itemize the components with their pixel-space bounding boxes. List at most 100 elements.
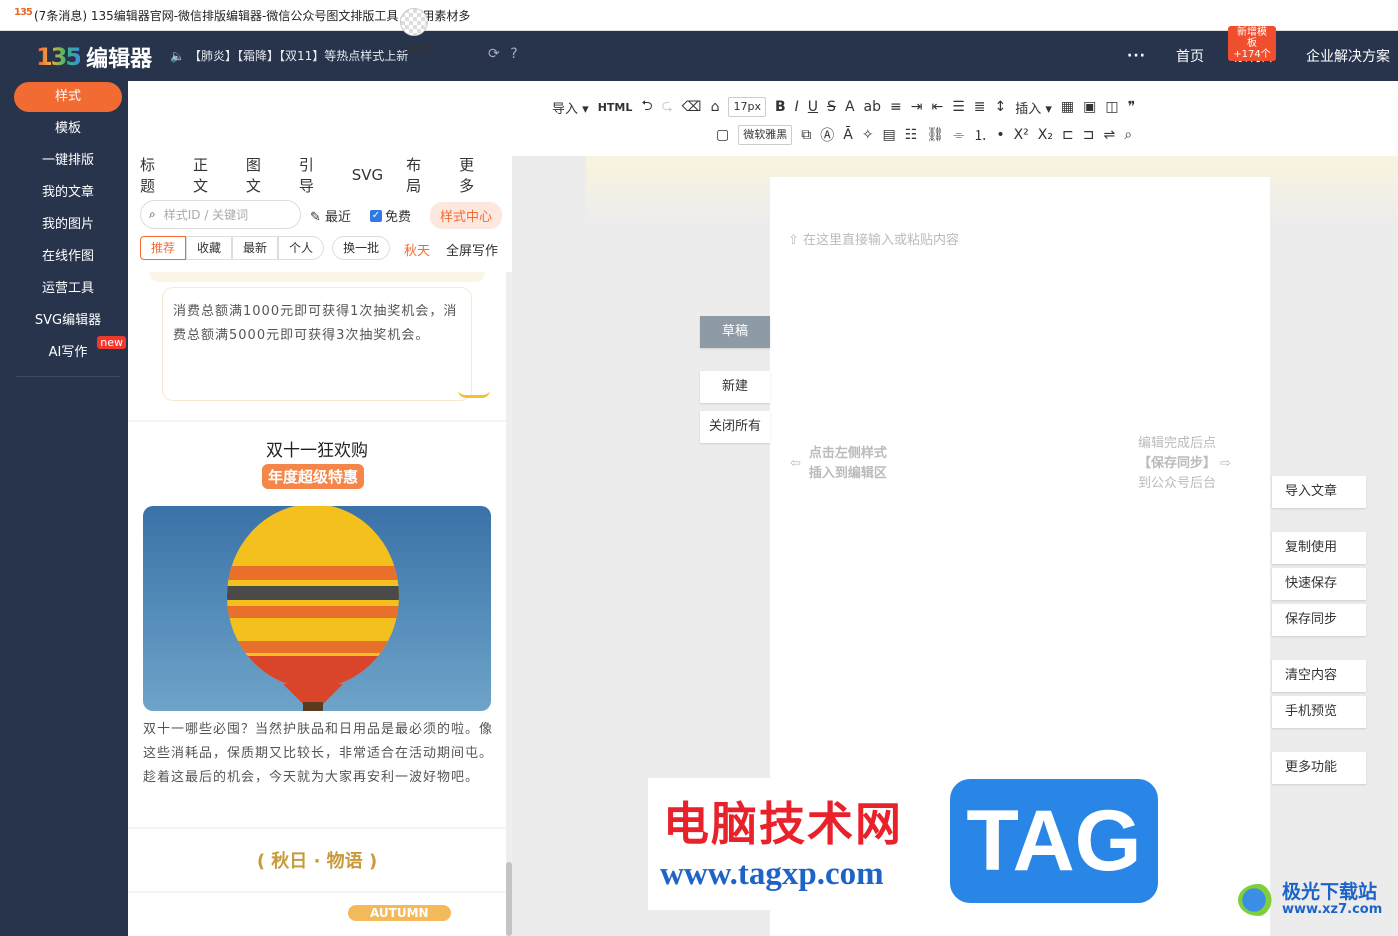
tab-image-text[interactable]: 图文: [246, 154, 276, 196]
copy-use-button[interactable]: 复制使用: [1272, 532, 1366, 564]
sidebar-item-my-articles[interactable]: 我的文章: [14, 178, 122, 208]
swap-batch-button[interactable]: 换一批: [332, 236, 391, 260]
quick-save-button[interactable]: 快速保存: [1272, 568, 1366, 600]
underline-icon[interactable]: U: [808, 99, 818, 115]
editor-toolbar: 导入 ▾ HTML ⮌ ⮎ ⌫ ⌂ 17px B I U S A ab ≡ ⇥ …: [128, 81, 1398, 156]
sidebar-item-my-images[interactable]: 我的图片: [14, 210, 122, 240]
filter-group: 推荐 收藏 最新 个人 换一批: [140, 236, 391, 260]
fullscreen-writing-button[interactable]: 全屏写作: [446, 240, 498, 259]
text-border-icon[interactable]: Ⓐ: [820, 125, 834, 145]
highlight-icon[interactable]: ab: [864, 99, 881, 115]
import-article-button[interactable]: 导入文章: [1272, 476, 1366, 508]
tab-title[interactable]: 标题: [140, 154, 170, 196]
filter-recommend[interactable]: 推荐: [140, 236, 187, 260]
table-icon[interactable]: ▦: [1061, 99, 1074, 115]
indent-icon[interactable]: ⇥: [911, 99, 923, 115]
mobile-preview-button[interactable]: 手机预览: [1272, 696, 1366, 728]
tab-guide[interactable]: 引导: [299, 154, 329, 196]
magic-wand-icon[interactable]: ✧: [862, 127, 874, 143]
line-height-icon[interactable]: ↕: [994, 99, 1006, 115]
nav-materials[interactable]: 新增模板 +174个 素材库: [1228, 26, 1276, 66]
superscript-icon[interactable]: X²: [1014, 127, 1029, 143]
editor-placeholder: ⇧ 在这里直接输入或粘贴内容: [788, 233, 960, 248]
bg-image-icon[interactable]: ▤: [883, 127, 896, 143]
notice-text[interactable]: 【肺炎】【霜降】【双11】等热点样式上新: [189, 47, 408, 64]
close-all-button[interactable]: 关闭所有: [700, 411, 770, 443]
clear-content-button[interactable]: 清空内容: [1272, 660, 1366, 692]
format-painter-icon[interactable]: ⌂: [711, 99, 720, 115]
bold-icon[interactable]: B: [775, 99, 786, 115]
font-color-icon[interactable]: A: [845, 99, 855, 115]
autumn-story-title: ( 秋日 · 物语 ): [256, 851, 378, 872]
sidebar-item-ai-writing[interactable]: AI写作 new: [14, 336, 126, 368]
undo-icon[interactable]: ⮌: [641, 95, 652, 119]
sidebar-item-one-click[interactable]: 一键排版: [14, 146, 122, 176]
style-card-autumn[interactable]: AUTUMN: [128, 893, 506, 936]
font-size-select[interactable]: 17px: [728, 97, 766, 117]
nav-enterprise[interactable]: 企业解决方案: [1306, 46, 1390, 66]
more-menu-button[interactable]: ···: [1127, 48, 1146, 64]
style-search-input[interactable]: ⌕ 样式ID / 关键词: [140, 200, 301, 229]
unordered-list-icon[interactable]: •: [996, 127, 1004, 143]
style-center-button[interactable]: 样式中心: [430, 202, 503, 229]
page-icon[interactable]: ▢: [716, 127, 729, 143]
subscript-icon[interactable]: X₂: [1038, 127, 1053, 143]
sidebar-item-styles[interactable]: 样式: [14, 82, 122, 112]
xz7-name: 极光下载站: [1282, 881, 1378, 903]
ordered-list-icon[interactable]: ⒈: [973, 125, 987, 145]
text-direction-icon[interactable]: ⇌: [1103, 127, 1115, 143]
search-icon: ⌕: [149, 207, 156, 221]
copy-format-icon[interactable]: ⧉: [801, 127, 811, 143]
recent-button[interactable]: ✎ 最近: [310, 206, 351, 225]
more-functions-button[interactable]: 更多功能: [1272, 752, 1366, 784]
xz7-url: www.xz7.com: [1282, 902, 1383, 917]
logo[interactable]: 135 编辑器: [36, 41, 152, 73]
nav-home[interactable]: 首页: [1176, 46, 1204, 66]
sidebar-item-online-design[interactable]: 在线作图: [14, 242, 122, 272]
float-left-icon[interactable]: ⊏: [1062, 127, 1074, 143]
search-replace-icon[interactable]: ⌕: [1124, 127, 1132, 143]
save-sync-button[interactable]: 保存同步: [1272, 604, 1366, 636]
filter-favorites[interactable]: 收藏: [186, 236, 233, 260]
notice-bar[interactable]: 🔈 【肺炎】【霜降】【双11】等热点样式上新: [170, 47, 408, 64]
import-menu[interactable]: 导入 ▾: [552, 98, 589, 117]
style-card-double11[interactable]: 双十一狂欢购 年度超级特惠 双十一哪些必囤？当然护肤品和日用品是最必须的啦。像这…: [128, 422, 506, 827]
font-size-up-icon[interactable]: Ā: [843, 127, 853, 143]
insert-menu[interactable]: 插入 ▾: [1015, 98, 1052, 117]
sidebar-item-templates[interactable]: 模板: [14, 114, 122, 144]
autumn-tag[interactable]: 秋天: [404, 240, 430, 259]
image-icon[interactable]: ▣: [1083, 99, 1096, 115]
link-icon[interactable]: ⛓: [926, 127, 944, 143]
tab-svg[interactable]: SVG: [352, 166, 383, 184]
help-icon[interactable]: ?: [510, 46, 517, 62]
tab-layout[interactable]: 布局: [406, 154, 436, 196]
style-card-autumn-story[interactable]: ( 秋日 · 物语 ): [128, 829, 506, 891]
refresh-icon[interactable]: ⟳: [488, 46, 500, 62]
gallery-icon[interactable]: ◫: [1105, 99, 1118, 115]
float-right-icon[interactable]: ⊐: [1083, 127, 1095, 143]
tab-more[interactable]: 更多: [459, 154, 489, 196]
font-family-select[interactable]: 微软雅黑: [738, 125, 793, 145]
html-button[interactable]: HTML: [598, 101, 633, 114]
tab-body[interactable]: 正文: [193, 154, 223, 196]
theme-color-button[interactable]: 主题色: [396, 8, 432, 57]
free-checkbox[interactable]: ✓ 免费: [370, 206, 411, 225]
draft-button[interactable]: 草稿: [700, 316, 770, 348]
filter-personal[interactable]: 个人: [278, 236, 325, 260]
filter-latest[interactable]: 最新: [232, 236, 279, 260]
align-left-icon[interactable]: ≡: [890, 99, 902, 115]
italic-icon[interactable]: I: [795, 99, 799, 115]
new-draft-button[interactable]: 新建: [700, 371, 770, 403]
outdent-icon[interactable]: ⇤: [931, 99, 943, 115]
eraser-icon[interactable]: ⌫: [682, 99, 702, 115]
list-grid-icon[interactable]: ☷: [905, 127, 918, 143]
unlink-icon[interactable]: ⌯: [953, 127, 964, 143]
strikethrough-icon[interactable]: S: [827, 99, 836, 115]
paragraph-spacing-icon[interactable]: ≣: [974, 99, 986, 115]
sidebar-item-svg-editor[interactable]: SVG编辑器: [14, 306, 122, 336]
style-card-lottery[interactable]: 消费总额满1000元即可获得1次抽奖机会，消费总额满5000元即可获得3次抽奖机…: [128, 272, 506, 420]
align-center-icon[interactable]: ☰: [952, 99, 965, 115]
redo-icon[interactable]: ⮎: [662, 95, 673, 119]
quote-icon[interactable]: ❞: [1128, 99, 1136, 115]
sidebar-item-ops-tools[interactable]: 运营工具: [14, 274, 122, 304]
